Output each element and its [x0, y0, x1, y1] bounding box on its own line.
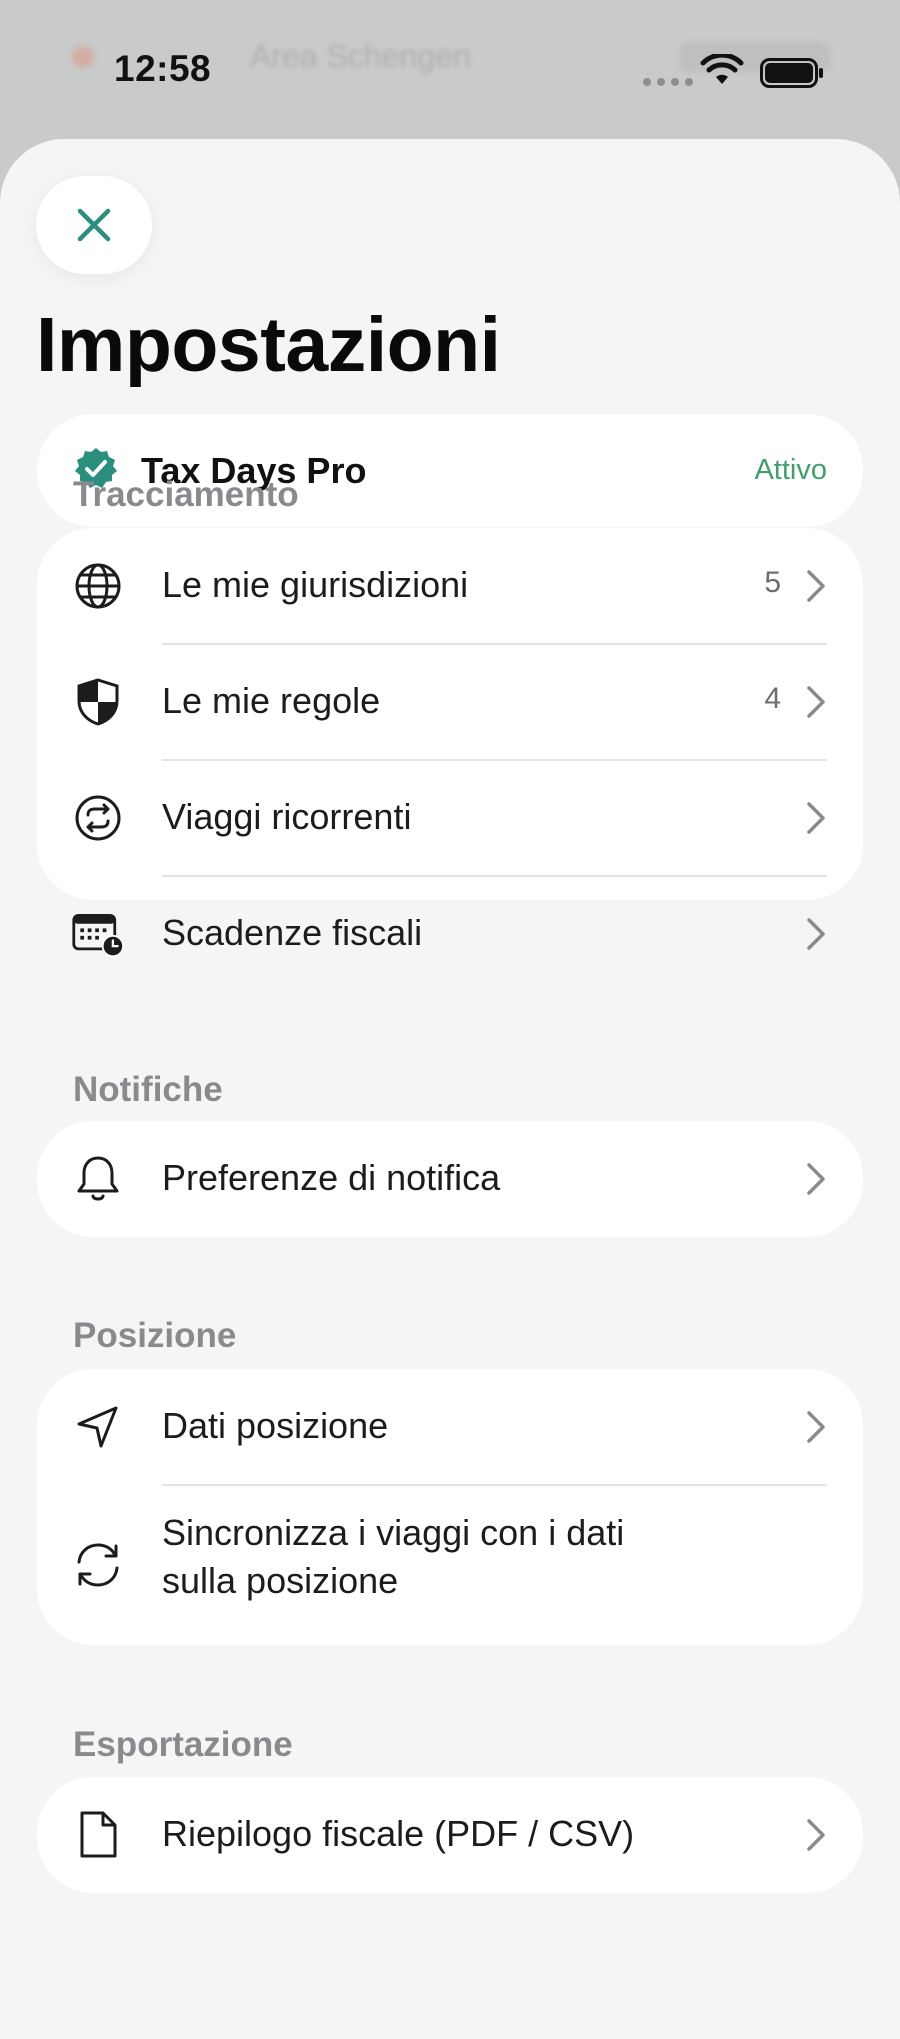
row-label: Riepilogo fiscale (PDF / CSV)	[162, 1813, 635, 1854]
chevron-right-icon	[807, 1411, 825, 1443]
globe-icon	[71, 559, 125, 613]
location-arrow-icon	[71, 1400, 125, 1454]
row-count: 4	[764, 682, 781, 715]
row-recurring-trips[interactable]: Viaggi ricorrenti	[37, 760, 863, 876]
row-label-multiline: Sincronizza i viaggi con i dati sulla po…	[162, 1509, 624, 1605]
section-title-notifications: Notifiche	[73, 1070, 223, 1109]
page-title: Impostazioni	[36, 302, 501, 388]
row-tax-deadlines[interactable]: Scadenze fiscali	[37, 876, 863, 992]
tracking-card: Le mie giurisdizioni 5 Le mie regole 4 V…	[37, 528, 863, 958]
chevron-right-icon	[807, 570, 825, 602]
row-label: Viaggi ricorrenti	[162, 796, 412, 837]
chevron-right-icon	[807, 686, 825, 718]
export-card: Riepilogo fiscale (PDF / CSV)	[37, 1777, 863, 1893]
chevron-right-icon	[807, 918, 825, 950]
row-jurisdictions[interactable]: Le mie giurisdizioni 5	[37, 528, 863, 644]
row-rules[interactable]: Le mie regole 4	[37, 644, 863, 760]
close-icon	[77, 208, 111, 242]
calendar-clock-icon	[71, 907, 125, 961]
pro-status: Attivo	[754, 454, 827, 486]
row-label-line1: Sincronizza i viaggi con i dati	[162, 1512, 625, 1553]
chevron-right-icon	[807, 1163, 825, 1195]
row-tax-summary-export[interactable]: Riepilogo fiscale (PDF / CSV)	[37, 1777, 863, 1893]
repeat-icon	[71, 791, 125, 845]
section-title-tracking: Tracciamento	[73, 475, 299, 514]
row-notification-preferences[interactable]: Preferenze di notifica	[37, 1121, 863, 1237]
row-sync-trips-location[interactable]: Sincronizza i viaggi con i dati sulla po…	[37, 1485, 863, 1645]
row-location-data[interactable]: Dati posizione	[37, 1369, 863, 1485]
document-icon	[71, 1808, 125, 1862]
row-count: 5	[764, 566, 781, 599]
notifications-card: Preferenze di notifica	[37, 1121, 863, 1237]
location-card: Dati posizione Sincronizza i viaggi con …	[37, 1369, 863, 1645]
bell-icon	[71, 1152, 125, 1206]
row-label: Le mie regole	[162, 680, 381, 721]
close-button[interactable]	[36, 176, 152, 274]
row-label-line2: sulla posizione	[162, 1560, 399, 1601]
settings-sheet: Impostazioni Tax Days Pro Attivo Traccia…	[0, 139, 900, 2039]
row-label: Scadenze fiscali	[162, 912, 423, 953]
section-title-export: Esportazione	[73, 1725, 293, 1764]
sync-icon	[71, 1538, 125, 1592]
row-label: Le mie giurisdizioni	[162, 564, 469, 605]
battery-icon	[760, 58, 823, 88]
chevron-right-icon	[807, 1819, 825, 1851]
status-time: 12:58	[114, 48, 212, 89]
wifi-icon	[700, 54, 744, 84]
row-label: Preferenze di notifica	[162, 1157, 501, 1198]
cellular-signal-icon	[643, 78, 693, 86]
status-bar: 12:58	[0, 0, 900, 140]
section-title-location: Posizione	[73, 1316, 237, 1355]
chevron-right-icon	[807, 802, 825, 834]
row-label: Dati posizione	[162, 1405, 389, 1446]
shield-icon	[71, 675, 125, 729]
